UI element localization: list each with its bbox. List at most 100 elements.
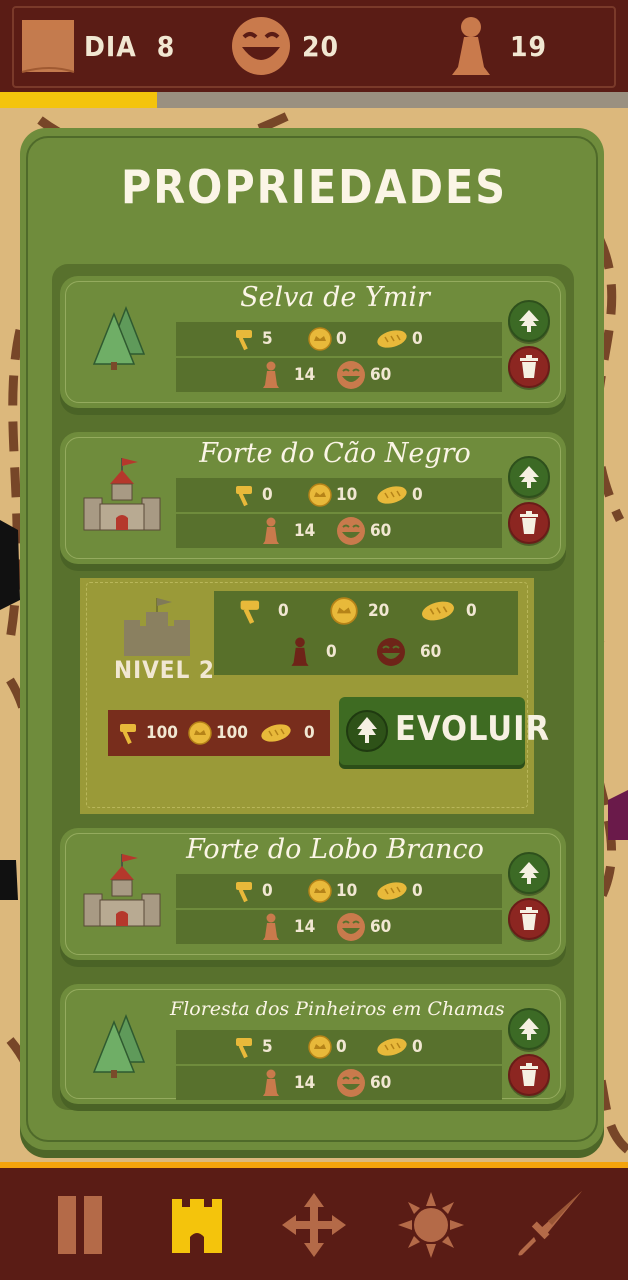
- gold-stat: 20: [330, 597, 389, 625]
- pawn-icon: [291, 637, 309, 666]
- food-stat: 0: [376, 484, 423, 506]
- pawn-icon: [452, 17, 490, 75]
- upgrade-button[interactable]: [508, 852, 550, 894]
- cost-gold: 100: [188, 721, 248, 745]
- attack-button[interactable]: [508, 1190, 588, 1260]
- happiness-value: 60: [370, 365, 392, 385]
- delete-button[interactable]: [508, 1054, 550, 1096]
- cost-wood: 100: [116, 721, 178, 745]
- happiness-value: 60: [370, 521, 392, 541]
- property-card[interactable]: Forte do Lobo Branco 0 10 0 14 60: [60, 828, 566, 960]
- food-value: 0: [412, 881, 423, 901]
- population-stat: 0: [290, 637, 337, 667]
- trash-icon: [520, 355, 538, 378]
- stats-row: 14 60: [176, 358, 502, 392]
- bread-icon: [377, 330, 407, 348]
- delete-button[interactable]: [508, 898, 550, 940]
- population-value: 19: [510, 29, 548, 63]
- upgrade-button[interactable]: [508, 1008, 550, 1050]
- production-row: 5 0 0: [176, 1030, 502, 1064]
- stats-row: 14 60: [176, 910, 502, 944]
- tree-arrow-icon: [519, 1018, 539, 1040]
- hammer-icon: [236, 330, 252, 351]
- happiness-face-icon: [337, 517, 365, 545]
- property-card[interactable]: Floresta dos Pinheiros em Chamas 5 0 0 1…: [60, 984, 566, 1104]
- evolve-label: EVOLUIR: [395, 709, 551, 749]
- sun-button[interactable]: [391, 1190, 471, 1260]
- happiness-stat: 60: [336, 912, 391, 942]
- pawn-icon: [263, 361, 279, 388]
- bread-icon: [422, 601, 454, 621]
- forest-icon: [92, 305, 146, 370]
- hammer-icon: [240, 600, 260, 624]
- tree-arrow-icon: [519, 862, 539, 884]
- coin-icon: [308, 1035, 332, 1059]
- hammer-icon: [120, 724, 136, 745]
- trash-icon: [520, 511, 538, 534]
- cost-gold-value: 100: [216, 723, 248, 743]
- delete-button[interactable]: [508, 502, 550, 544]
- happiness-face-icon: [337, 913, 365, 941]
- food-value: 0: [412, 329, 423, 349]
- population-stat: 14: [262, 361, 315, 389]
- hammer-icon: [236, 882, 252, 903]
- population-value: 0: [326, 642, 337, 662]
- stats-row: 14 60: [176, 1066, 502, 1100]
- trash-icon: [520, 907, 538, 930]
- bread-icon: [377, 1038, 407, 1056]
- day-progress-bar: [0, 92, 628, 108]
- move-icon: [282, 1193, 346, 1257]
- sword-icon: [518, 1191, 582, 1256]
- happiness-stat: 60: [336, 360, 391, 390]
- coin-icon: [308, 879, 332, 903]
- upgrade-cost: 100 100 0: [108, 710, 330, 756]
- cost-food: 0: [260, 722, 315, 744]
- sun-icon: [398, 1192, 464, 1258]
- food-stat: 0: [376, 328, 423, 350]
- coin-icon: [308, 483, 332, 507]
- happiness-stat: 60: [376, 637, 441, 667]
- happiness-face-icon: [232, 17, 290, 75]
- happiness-value: 20: [302, 29, 340, 63]
- gold-value: 20: [368, 601, 390, 621]
- property-card[interactable]: Selva de Ymir 5 0 0 14 60: [60, 276, 566, 408]
- wood-value: 5: [262, 329, 273, 349]
- population-stat: 14: [262, 913, 315, 941]
- upgrade-button[interactable]: [508, 300, 550, 342]
- population-stat: 14: [262, 1069, 315, 1097]
- evolve-button[interactable]: EVOLUIR: [339, 697, 549, 765]
- happiness-value: 60: [420, 642, 442, 662]
- hammer-icon: [236, 486, 252, 507]
- bread-icon: [261, 724, 291, 742]
- wood-value: 5: [262, 1037, 273, 1057]
- properties-tab-button[interactable]: [157, 1190, 237, 1260]
- upgrade-button[interactable]: [508, 456, 550, 498]
- happiness-stat: 20: [230, 16, 339, 76]
- delete-button[interactable]: [508, 346, 550, 388]
- day-label: DIA: [84, 29, 137, 63]
- population-value: 14: [294, 365, 316, 385]
- property-name: Floresta dos Pinheiros em Chamas: [170, 998, 505, 1020]
- food-stat: 0: [420, 599, 477, 623]
- stats-row: 14 60: [176, 514, 502, 548]
- gold-stat: 0: [308, 1035, 347, 1059]
- happiness-face-icon: [377, 638, 405, 666]
- move-button[interactable]: [274, 1190, 354, 1260]
- gold-value: 10: [336, 485, 358, 505]
- hammer-icon: [236, 1038, 252, 1059]
- wood-value: 0: [262, 485, 273, 505]
- castle-silhouette-icon: [124, 598, 190, 656]
- production-row: 0 10 0: [176, 874, 502, 908]
- happiness-stat: 60: [336, 1068, 391, 1098]
- bread-icon: [377, 486, 407, 504]
- tree-arrow-icon: [346, 710, 388, 752]
- property-card[interactable]: Forte do Cão Negro 0 10 0 14 60: [60, 432, 566, 564]
- production-row: 5 0 0: [176, 322, 502, 356]
- wood-stat: 0: [232, 879, 273, 903]
- pause-button[interactable]: [40, 1190, 120, 1260]
- property-name: Forte do Lobo Branco: [186, 834, 484, 865]
- coin-icon: [308, 327, 332, 351]
- happiness-face-icon: [337, 361, 365, 389]
- next-level-stats: 0 20 0 0 60: [214, 591, 518, 675]
- happiness-value: 60: [370, 1073, 392, 1093]
